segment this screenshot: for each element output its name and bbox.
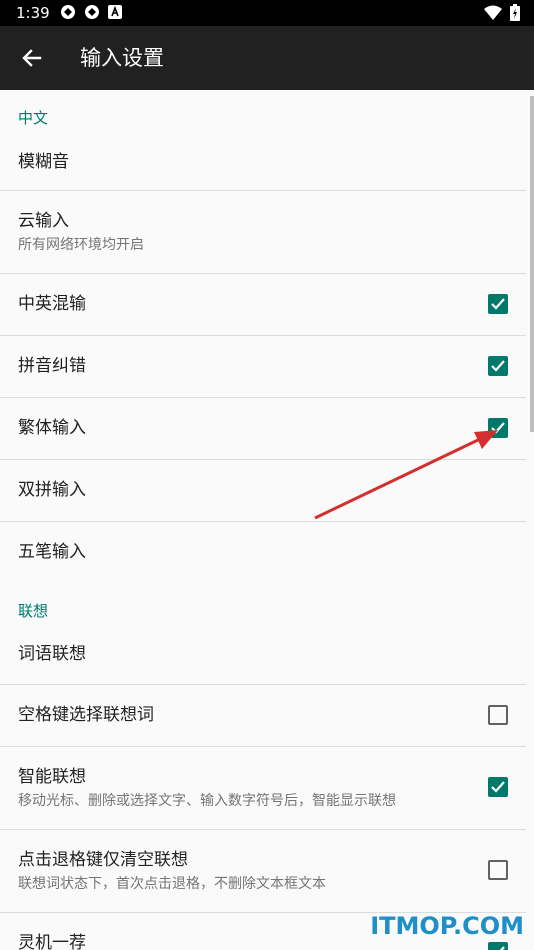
pref-pinyin-correction[interactable]: 拼音纠错 xyxy=(0,336,534,397)
category-association: 联想 xyxy=(18,602,49,620)
wifi-icon xyxy=(484,5,502,25)
system-icons xyxy=(484,4,520,25)
status-bar: 1:39 xyxy=(0,0,534,26)
pref-mixed-input[interactable]: 中英混输 xyxy=(0,274,534,335)
pref-title: 词语联想 xyxy=(18,644,86,664)
status-time: 1:39 xyxy=(16,4,50,22)
battery-icon xyxy=(510,4,520,25)
scrollbar[interactable] xyxy=(530,96,534,432)
page-title: 输入设置 xyxy=(80,46,164,70)
back-button[interactable] xyxy=(18,44,46,72)
smart-association-checkbox[interactable] xyxy=(488,777,508,797)
pref-shuangpin-input[interactable]: 双拼输入 xyxy=(0,460,534,521)
pref-cloud-input[interactable]: 云输入 所有网络环境均开启 xyxy=(0,191,534,273)
checkmark-icon xyxy=(491,360,505,372)
pref-summary: 联想词状态下，首次点击退格，不删除文本框文本 xyxy=(18,876,326,892)
pinyin-correction-checkbox[interactable] xyxy=(488,356,508,376)
pref-title: 中英混输 xyxy=(18,294,86,314)
space-select-checkbox[interactable] xyxy=(488,705,508,725)
pref-title: 繁体输入 xyxy=(18,418,86,438)
notification-icons xyxy=(60,4,122,24)
toolbar: 输入设置 xyxy=(0,26,534,90)
pref-title: 双拼输入 xyxy=(18,480,86,500)
pref-summary: 所有网络环境均开启 xyxy=(18,237,144,253)
settings-list: 中文 模糊音 云输入 所有网络环境均开启 中英混输 拼音纠错 繁体输入 双拼输入… xyxy=(0,90,534,950)
keyboard-app-icon xyxy=(108,4,122,24)
pref-title: 五笔输入 xyxy=(18,542,86,562)
pref-traditional-input[interactable]: 繁体输入 xyxy=(0,398,534,459)
checkmark-icon xyxy=(491,298,505,310)
traditional-input-checkbox[interactable] xyxy=(488,418,508,438)
pref-title: 智能联想 xyxy=(18,767,86,787)
pref-word-association[interactable]: 词语联想 xyxy=(0,631,534,684)
lingji-checkbox[interactable] xyxy=(488,942,508,950)
checkmark-icon xyxy=(491,422,505,434)
pref-title: 点击退格键仅清空联想 xyxy=(18,850,188,870)
pref-title: 灵机一荐 xyxy=(18,933,86,950)
checkmark-icon xyxy=(499,946,505,950)
category-chinese: 中文 xyxy=(18,109,49,127)
pref-smart-association[interactable]: 智能联想 移动光标、删除或选择文字、输入数字符号后，智能显示联想 xyxy=(0,747,534,829)
pref-backspace-clear[interactable]: 点击退格键仅清空联想 联想词状态下，首次点击退格，不删除文本框文本 xyxy=(0,830,534,912)
pref-wubi-input[interactable]: 五笔输入 xyxy=(0,522,534,583)
mixed-input-checkbox[interactable] xyxy=(488,294,508,314)
pref-fuzzy-pinyin[interactable]: 模糊音 xyxy=(0,138,534,190)
pref-title: 拼音纠错 xyxy=(18,356,86,376)
pref-summary: 移动光标、删除或选择文字、输入数字符号后，智能显示联想 xyxy=(18,793,396,809)
backspace-clear-checkbox[interactable] xyxy=(488,860,508,880)
app-notification-icon xyxy=(84,4,100,24)
app-notification-icon xyxy=(60,4,76,24)
checkmark-icon xyxy=(491,781,505,793)
pref-title: 模糊音 xyxy=(18,152,69,172)
pref-space-select-association[interactable]: 空格键选择联想词 xyxy=(0,685,534,746)
watermark: ITMOP.COM xyxy=(370,912,524,940)
pref-title: 云输入 xyxy=(18,211,69,231)
pref-title: 空格键选择联想词 xyxy=(18,705,154,725)
back-arrow-icon xyxy=(22,49,42,67)
